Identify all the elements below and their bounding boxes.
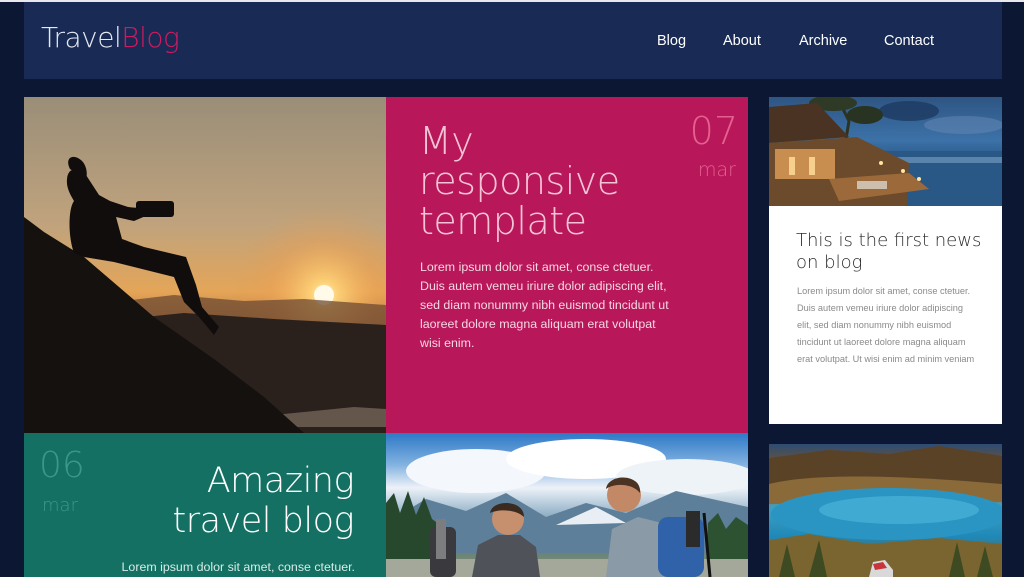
sunset-photographer-image[interactable] bbox=[24, 97, 386, 433]
featured-post-excerpt: Lorem ipsum dolor sit amet, conse ctetue… bbox=[420, 260, 669, 350]
news-card-excerpt: Lorem ipsum dolor sit amet, conse ctetue… bbox=[797, 286, 975, 364]
second-title-line: travel blog bbox=[172, 501, 354, 541]
featured-title-line: My bbox=[419, 119, 474, 163]
featured-post-title[interactable]: My responsive template bbox=[419, 121, 620, 241]
second-post-card[interactable]: 06 mar Amazing travel blog Lorem ipsum d… bbox=[24, 433, 386, 577]
second-title-line: Amazing bbox=[206, 461, 355, 501]
second-post-title[interactable]: Amazing travel blog bbox=[172, 461, 354, 541]
featured-title-line: responsive bbox=[419, 159, 620, 203]
featured-title-line: template bbox=[419, 199, 587, 243]
main-nav: Blog About Archive Contact bbox=[24, 31, 1002, 51]
news-card[interactable]: This is the first news on blog Lorem ips… bbox=[769, 206, 1002, 424]
nav-link-contact[interactable]: Contact bbox=[884, 31, 934, 51]
nav-link-blog[interactable]: Blog bbox=[657, 31, 686, 51]
nav-link-archive[interactable]: Archive bbox=[799, 31, 847, 51]
featured-date-month: mar bbox=[698, 159, 736, 181]
second-post-excerpt: Lorem ipsum dolor sit amet, conse ctetue… bbox=[121, 560, 355, 574]
hikers-mountain-image[interactable] bbox=[386, 433, 748, 577]
featured-date-day: 07 bbox=[689, 109, 738, 153]
second-post-date-day: 06 bbox=[39, 445, 85, 486]
nav-link-about[interactable]: About bbox=[723, 31, 761, 51]
site-header: TravelBlog Blog About Archive Contact bbox=[24, 2, 1002, 79]
featured-post-card[interactable]: My responsive template 07 mar Lorem ipsu… bbox=[386, 97, 748, 433]
news-card-title[interactable]: This is the first news on blog bbox=[796, 230, 986, 274]
resort-image[interactable] bbox=[769, 97, 1002, 206]
second-post-date-month: mar bbox=[42, 495, 78, 516]
mountain-lake-image[interactable] bbox=[769, 444, 1002, 577]
